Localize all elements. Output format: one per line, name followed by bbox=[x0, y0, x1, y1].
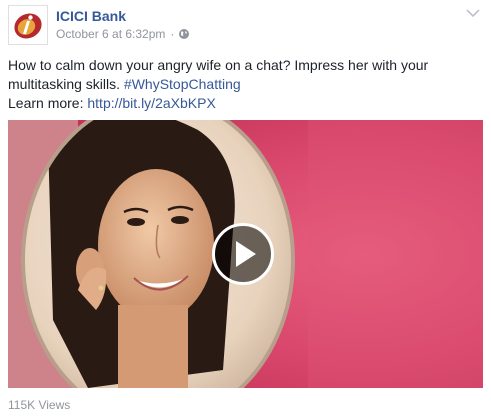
post-meta: October 6 at 6:32pm · bbox=[56, 27, 190, 41]
play-button[interactable] bbox=[212, 223, 274, 285]
play-icon bbox=[236, 241, 256, 267]
globe-icon[interactable] bbox=[178, 28, 190, 40]
chevron-down-icon[interactable] bbox=[465, 6, 481, 18]
page-name-link[interactable]: ICICI Bank bbox=[56, 8, 126, 24]
short-url-link[interactable]: http://bit.ly/2aXbKPX bbox=[87, 95, 215, 111]
learn-more-label: Learn more: bbox=[8, 95, 84, 111]
facebook-post: ICICI Bank October 6 at 6:32pm · How to … bbox=[0, 0, 491, 417]
icici-logo-icon bbox=[14, 13, 42, 39]
page-avatar[interactable] bbox=[8, 5, 48, 45]
post-timestamp[interactable]: October 6 at 6:32pm bbox=[56, 27, 165, 41]
hashtag-link[interactable]: #WhyStopChatting bbox=[124, 76, 241, 92]
video-player[interactable] bbox=[8, 120, 483, 388]
view-count: 115K Views bbox=[8, 398, 71, 412]
meta-separator: · bbox=[170, 27, 175, 41]
post-text: How to calm down your angry wife on a ch… bbox=[8, 56, 483, 113]
